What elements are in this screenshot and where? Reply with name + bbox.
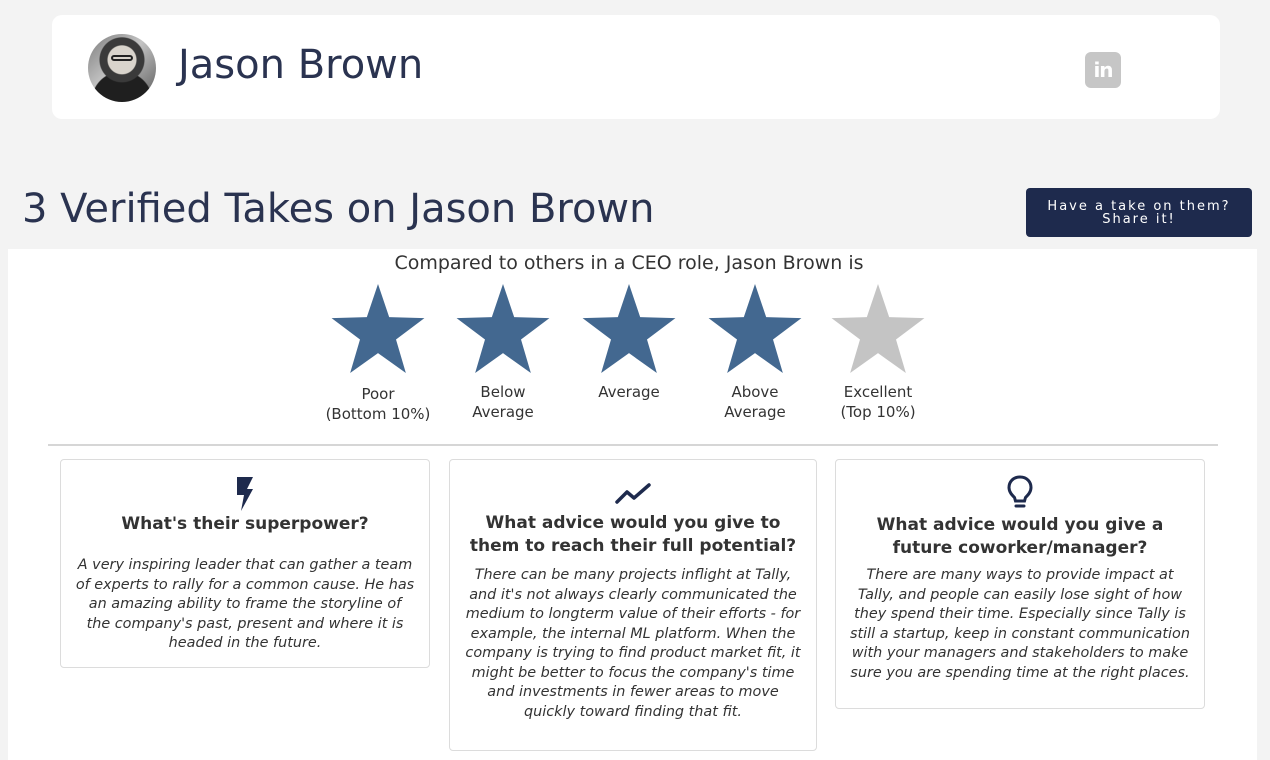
superpower-card: What's their superpower? A very inspirin…: [60, 459, 430, 668]
question-answer: There can be many projects inflight at T…: [465, 567, 801, 720]
rating-star-2: Below Average: [448, 284, 558, 422]
question-title: What's their superpower?: [121, 514, 369, 534]
lightbulb-icon: [1007, 475, 1033, 508]
question-title: What advice would you give to them to re…: [469, 513, 797, 556]
star-label-line1: Above: [731, 383, 779, 401]
question-answer: A very inspiring leader that can gather …: [75, 557, 415, 651]
rating-star-5: Excellent (Top 10%): [823, 284, 933, 422]
question-title: What advice would you give a future cowo…: [876, 515, 1164, 558]
star-icon: [708, 284, 802, 374]
trending-up-icon: [615, 483, 651, 504]
star-label-line1: Below: [480, 383, 526, 401]
avatar: [88, 34, 156, 102]
question-answer: There are many ways to provide impact at…: [850, 567, 1190, 681]
linkedin-icon[interactable]: in: [1085, 52, 1121, 88]
coworker-advice-card: What advice would you give a future cowo…: [835, 459, 1205, 709]
potential-card: What advice would you give to them to re…: [449, 459, 817, 751]
star-label-line1: Poor: [361, 385, 395, 403]
rating-star-4: Above Average: [700, 284, 810, 422]
share-take-button[interactable]: Have a take on them? Share it!: [1026, 188, 1252, 237]
star-icon: [456, 284, 550, 374]
star-label-line1: Excellent: [843, 383, 913, 401]
star-icon: [331, 284, 425, 374]
star-icon: [582, 284, 676, 374]
rating-star-3: Average: [574, 284, 684, 402]
lightning-bolt-icon: [237, 477, 253, 511]
star-label-line2: (Top 10%): [840, 403, 916, 421]
takes-title: 3 Verified Takes on Jason Brown: [22, 186, 655, 232]
star-label-line2: (Bottom 10%): [325, 405, 431, 423]
rating-heading: Compared to others in a CEO role, Jason …: [394, 252, 864, 274]
rating-star-1: Poor (Bottom 10%): [323, 284, 433, 424]
divider: [48, 444, 1218, 446]
star-icon: [831, 284, 925, 374]
linkedin-glyph: in: [1093, 58, 1113, 82]
avatar-glasses: [111, 55, 133, 61]
star-label-line2: Average: [724, 403, 786, 421]
star-label-line1: Average: [598, 383, 660, 401]
profile-name: Jason Brown: [178, 42, 424, 88]
profile-card: Jason Brown in: [52, 15, 1220, 119]
star-label-line2: Average: [472, 403, 534, 421]
